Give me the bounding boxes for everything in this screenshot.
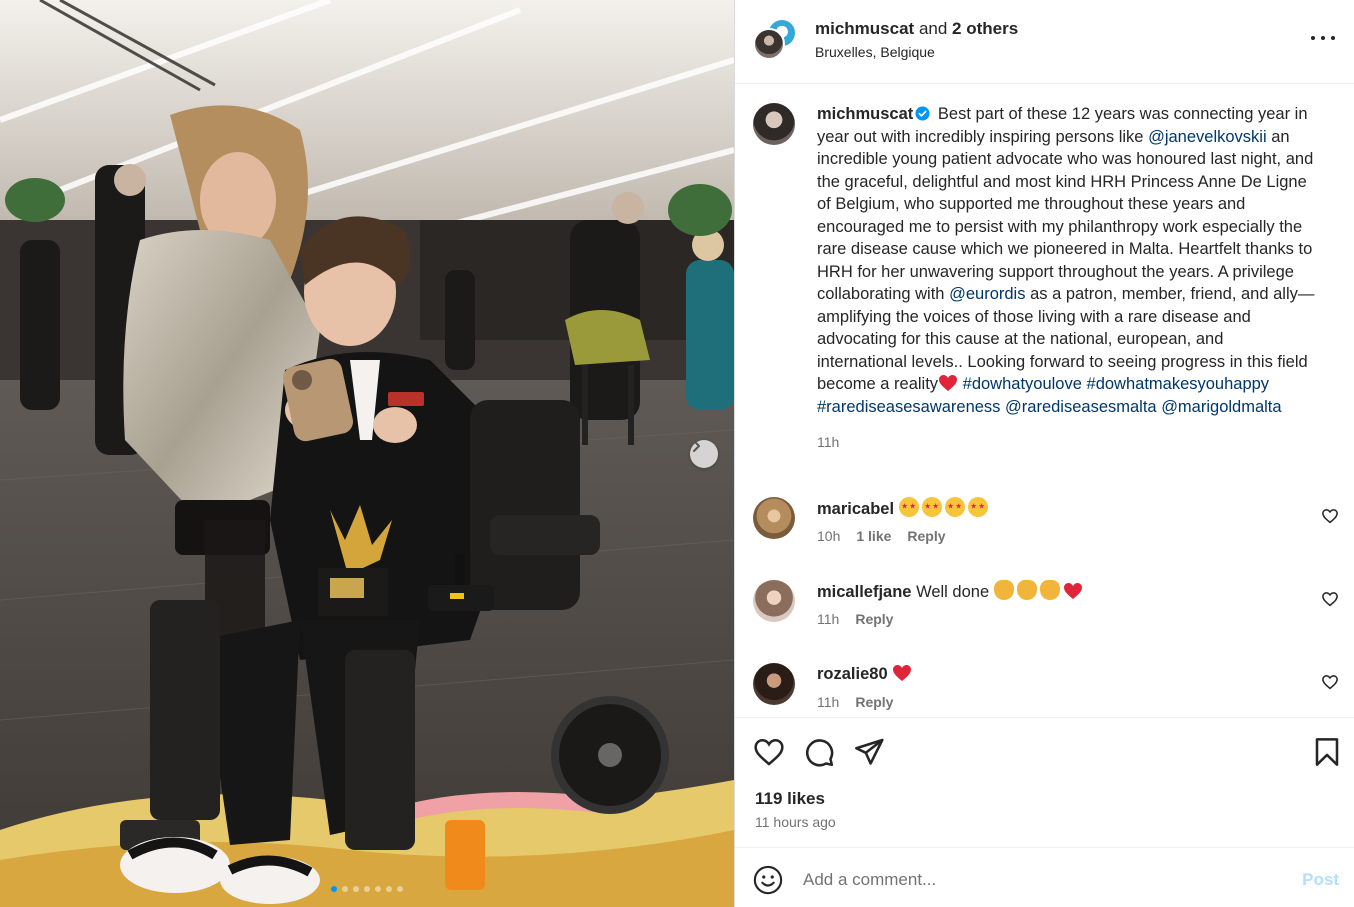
comment-likes[interactable]: 1 like xyxy=(856,528,891,544)
star-struck-emoji xyxy=(921,497,942,517)
comment-username[interactable]: micallefjane xyxy=(817,583,911,601)
reply-button[interactable]: Reply xyxy=(855,694,893,710)
likes-count[interactable]: 119 likes xyxy=(755,789,825,809)
comment-time: 10h xyxy=(817,528,841,544)
carousel-dot xyxy=(342,886,348,892)
post-photo[interactable] xyxy=(0,0,734,907)
avatar xyxy=(753,28,785,60)
clapping-emoji xyxy=(993,580,1014,600)
more-options-icon[interactable] xyxy=(1311,28,1335,48)
caption-text: an incredible young patient advocate who… xyxy=(817,127,1314,304)
clapping-emoji xyxy=(1039,580,1060,600)
post-actions: 119 likes 11 hours ago xyxy=(735,717,1354,847)
caption-time: 11h xyxy=(817,434,840,450)
comment-body: Well done xyxy=(916,583,990,601)
comment-input[interactable] xyxy=(803,865,1283,895)
comments-scroll-area[interactable]: michmuscat Best part of these 12 years w… xyxy=(735,85,1354,717)
heart-icon[interactable] xyxy=(1321,673,1339,691)
comment-text: micallefjane Well done xyxy=(817,580,1083,603)
comment-username[interactable]: rozalie80 xyxy=(817,665,888,683)
carousel-dot xyxy=(397,886,403,892)
avatar[interactable] xyxy=(753,663,795,705)
heart-icon[interactable] xyxy=(1321,590,1339,608)
carousel-dot xyxy=(364,886,370,892)
comment-meta: 10h 1 like Reply xyxy=(817,528,946,544)
red-heart-emoji xyxy=(939,375,958,391)
comment-text: maricabel xyxy=(817,497,991,520)
heart-icon[interactable] xyxy=(1321,507,1339,525)
red-heart-emoji xyxy=(1063,583,1082,599)
comment-item: maricabel 10h 1 like Reply xyxy=(753,497,1343,557)
emoji-icon[interactable] xyxy=(753,865,783,895)
comment-item: micallefjane Well done 11h Reply xyxy=(753,580,1343,640)
reply-button[interactable]: Reply xyxy=(855,611,893,627)
carousel-dot xyxy=(375,886,381,892)
photo-illustration xyxy=(0,0,734,907)
carousel-indicator xyxy=(0,886,734,892)
post-comment-button[interactable]: Post xyxy=(1302,870,1339,890)
star-struck-emoji xyxy=(898,497,919,517)
reply-button[interactable]: Reply xyxy=(907,528,945,544)
caption-body: michmuscat Best part of these 12 years w… xyxy=(817,103,1317,454)
comment-time: 11h xyxy=(817,611,840,627)
carousel-dot xyxy=(331,886,337,892)
chevron-right-icon xyxy=(693,440,700,452)
comment-username[interactable]: maricabel xyxy=(817,500,894,518)
others-link[interactable]: 2 others xyxy=(952,19,1018,38)
red-heart-emoji xyxy=(893,665,912,681)
avatar[interactable] xyxy=(753,103,795,145)
carousel-dot xyxy=(386,886,392,892)
hashtag-link[interactable]: #dowhatmakesyouhappy xyxy=(1087,375,1270,393)
mention-link[interactable]: @marigoldmalta xyxy=(1161,398,1281,416)
mention-link[interactable]: @eurordis xyxy=(949,285,1025,303)
author-username[interactable]: michmuscat xyxy=(815,19,914,38)
header-authors: michmuscat and 2 others xyxy=(815,19,1018,39)
location-link[interactable]: Bruxelles, Belgique xyxy=(815,44,935,60)
comment-text: rozalie80 xyxy=(817,663,912,685)
bookmark-icon[interactable] xyxy=(1311,736,1343,768)
comment-time: 11h xyxy=(817,694,840,710)
author-joiner: and xyxy=(918,19,948,38)
verified-badge-icon xyxy=(915,106,930,121)
post-side-panel: michmuscat and 2 others Bruxelles, Belgi… xyxy=(734,0,1354,907)
star-struck-emoji xyxy=(967,497,988,517)
avatar[interactable] xyxy=(753,580,795,622)
post-header: michmuscat and 2 others Bruxelles, Belgi… xyxy=(735,0,1354,84)
collab-avatars[interactable] xyxy=(753,16,799,62)
mention-link[interactable]: @rarediseasesmalta xyxy=(1005,398,1157,416)
comment-meta: 11h Reply xyxy=(817,694,893,710)
post-timestamp: 11 hours ago xyxy=(755,814,836,830)
comment-item: rozalie80 11h Reply xyxy=(753,663,1343,717)
heart-icon[interactable] xyxy=(753,736,785,768)
comment-composer: Post xyxy=(735,847,1354,907)
hashtag-link[interactable]: #rarediseasesawareness xyxy=(817,398,1000,416)
clapping-emoji xyxy=(1016,580,1037,600)
carousel-dot xyxy=(353,886,359,892)
hashtag-link[interactable]: #dowhatyoulove xyxy=(963,375,1082,393)
mention-link[interactable]: @janevelkovskii xyxy=(1148,128,1267,146)
star-struck-emoji xyxy=(944,497,965,517)
next-image-button[interactable] xyxy=(690,440,718,468)
share-icon[interactable] xyxy=(853,736,885,768)
comment-meta: 11h Reply xyxy=(817,611,893,627)
comment-icon[interactable] xyxy=(803,736,835,768)
avatar[interactable] xyxy=(753,497,795,539)
caption-username[interactable]: michmuscat xyxy=(817,105,913,123)
